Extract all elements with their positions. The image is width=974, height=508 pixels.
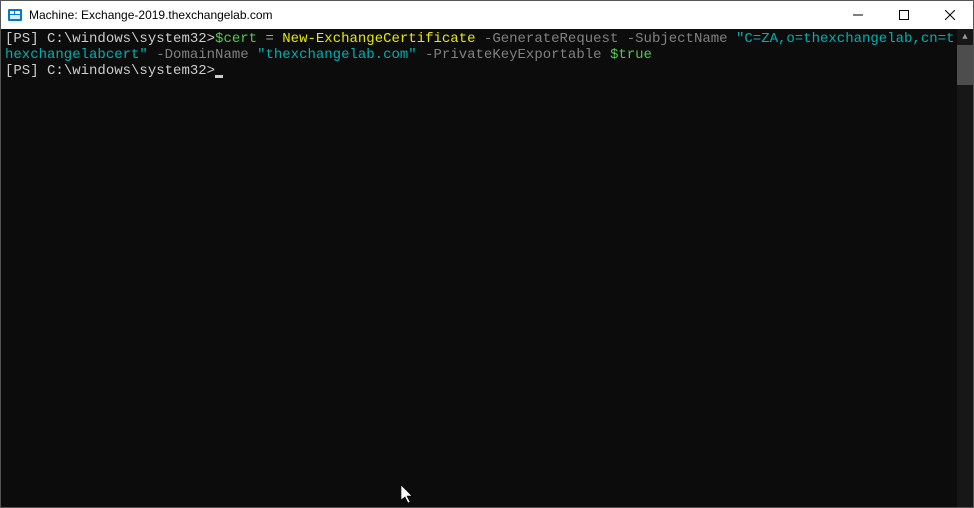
terminal-pane[interactable]: [PS] C:\windows\system32>$cert = New-Exc… — [1, 29, 973, 507]
scrollbar-thumb[interactable] — [957, 45, 973, 85]
prompt-prefix: [PS] — [5, 31, 47, 47]
window-controls — [835, 1, 973, 29]
app-icon — [7, 7, 23, 23]
ps-bool: $true — [610, 47, 652, 63]
minimize-button[interactable] — [835, 1, 881, 29]
ps-param: -GenerateRequest — [484, 31, 618, 47]
text-cursor — [215, 75, 223, 78]
ps-param: -DomainName — [156, 47, 248, 63]
ps-variable: $cert — [215, 31, 257, 47]
titlebar[interactable]: Machine: Exchange-2019.thexchangelab.com — [1, 1, 973, 29]
prompt-prefix: [PS] — [5, 63, 47, 79]
ps-param: -SubjectName — [627, 31, 728, 47]
ps-operator: = — [257, 31, 282, 47]
ps-param: -PrivateKeyExportable — [425, 47, 601, 63]
window-title: Machine: Exchange-2019.thexchangelab.com — [29, 8, 835, 22]
prompt-path: C:\windows\system32> — [47, 63, 215, 79]
mouse-pointer-icon — [401, 485, 415, 507]
ps-cmdlet: New-ExchangeCertificate — [282, 31, 475, 47]
vertical-scrollbar[interactable]: ▲ — [957, 29, 973, 507]
application-window: Machine: Exchange-2019.thexchangelab.com… — [0, 0, 974, 508]
close-button[interactable] — [927, 1, 973, 29]
terminal-content[interactable]: [PS] C:\windows\system32>$cert = New-Exc… — [5, 31, 973, 79]
prompt-path: C:\windows\system32> — [47, 31, 215, 47]
ps-string: "thexchangelab.com" — [257, 47, 417, 63]
scroll-up-arrow-icon[interactable]: ▲ — [957, 29, 973, 45]
maximize-button[interactable] — [881, 1, 927, 29]
